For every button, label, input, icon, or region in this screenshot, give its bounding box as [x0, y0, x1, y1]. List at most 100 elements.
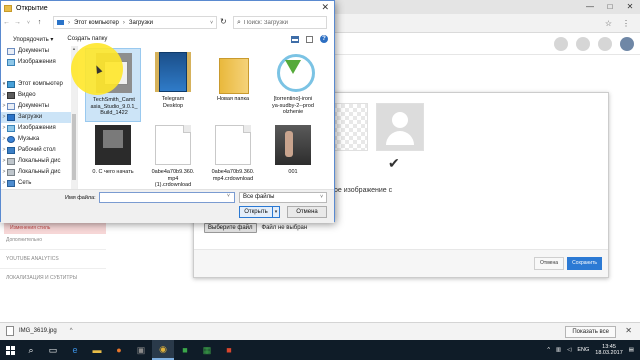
- scroll-thumb[interactable]: [72, 114, 76, 180]
- down-icon: [7, 114, 15, 121]
- minimize-button[interactable]: —: [580, 0, 600, 14]
- notifications-icon[interactable]: [598, 37, 612, 51]
- nav-tree-item[interactable]: > Загрузки: [1, 112, 77, 123]
- file-type-select[interactable]: Все файлы ˅: [239, 192, 327, 203]
- choose-file-button[interactable]: Выберите файл: [204, 223, 257, 233]
- file-item[interactable]: 0abe4a70b9.360. mp4.crdownload: [205, 121, 261, 195]
- breadcrumb-this-pc[interactable]: Этот компьютер: [74, 20, 119, 26]
- nav-tree-item[interactable]: ▾ Этот компьютер: [1, 79, 77, 90]
- store-icon[interactable]: ▣: [130, 340, 152, 360]
- volume-icon[interactable]: ◁: [567, 347, 571, 353]
- nav-tree-item[interactable]: > Музыка: [1, 134, 77, 145]
- camtasia-icon[interactable]: ▦: [196, 340, 218, 360]
- menu-icon[interactable]: ⋮: [622, 19, 630, 28]
- nav-item-localization[interactable]: ЛОКАЛИЗАЦИЯ И СУБТИТРЫ: [0, 272, 106, 284]
- up-arrow-icon[interactable]: ↑: [34, 19, 45, 26]
- checkmark-icon: ✔: [388, 155, 400, 171]
- organize-button[interactable]: Упорядочить ▾: [13, 36, 53, 43]
- file-item[interactable]: Telegram Desktop: [145, 48, 201, 122]
- chevron-up-icon[interactable]: ^: [70, 328, 73, 334]
- filename-history-chevron-icon[interactable]: ˅: [227, 193, 230, 199]
- preview-pane-icon[interactable]: [306, 35, 313, 43]
- green-app-icon[interactable]: ■: [174, 340, 196, 360]
- forward-arrow-icon[interactable]: →: [12, 19, 23, 26]
- modal-cancel-button[interactable]: Отмена: [534, 257, 564, 270]
- nav-tree-item[interactable]: > Изображения: [1, 123, 77, 134]
- edge-icon[interactable]: e: [64, 340, 86, 360]
- nav-tree-label: Сеть: [18, 180, 32, 186]
- nav-tree-item[interactable]: > Документы: [1, 101, 77, 112]
- start-button[interactable]: [0, 340, 20, 360]
- nav-tree-item[interactable]: > Сеть: [1, 178, 77, 189]
- task-view-icon[interactable]: ▭: [42, 340, 64, 360]
- scroll-up-icon[interactable]: ▲: [71, 46, 77, 51]
- apps-icon[interactable]: [576, 37, 590, 51]
- search-icon[interactable]: ⌕: [20, 340, 42, 360]
- maximize-button[interactable]: □: [600, 0, 620, 14]
- help-icon[interactable]: ?: [320, 35, 328, 43]
- nav-item-style[interactable]: Изменения стиль: [4, 222, 106, 234]
- cancel-button[interactable]: Отмена: [287, 206, 327, 218]
- close-window-button[interactable]: ✕: [620, 0, 640, 14]
- file-item[interactable]: [torrentino]-ironi ya-sudby-2--prod olzh…: [265, 48, 321, 122]
- breadcrumb-downloads[interactable]: Загрузки: [129, 20, 153, 26]
- image-option-selected[interactable]: [376, 103, 424, 151]
- nav-tree-label: Локальный дис: [18, 169, 61, 175]
- nav-tree-item[interactable]: Изображения: [1, 57, 77, 68]
- recent-locations-chevron-icon[interactable]: ˅: [23, 20, 34, 26]
- file-item[interactable]: 001: [265, 121, 321, 195]
- file-name: 0. С чего начать: [92, 169, 134, 175]
- doc-icon: [7, 103, 15, 110]
- language-indicator[interactable]: ENG: [577, 347, 589, 353]
- refresh-icon[interactable]: ↻: [220, 17, 227, 26]
- nav-tree-item[interactable]: > Рабочий стол: [1, 145, 77, 156]
- nav-tree-item: [1, 68, 77, 79]
- img-icon: [7, 125, 15, 132]
- star-icon[interactable]: ☆: [605, 19, 612, 28]
- search-input[interactable]: [243, 19, 324, 26]
- show-all-button[interactable]: Показать все: [565, 326, 616, 338]
- search-box[interactable]: ⌕: [233, 16, 327, 29]
- nav-item-analytics[interactable]: YOUTUBE ANALYTICS: [0, 253, 106, 265]
- network-icon[interactable]: ▥: [556, 347, 561, 353]
- file-item[interactable]: Новая папка: [205, 48, 261, 122]
- new-folder-button[interactable]: Создать папку: [67, 36, 107, 42]
- nav-item-advanced[interactable]: Дополнительно: [0, 234, 106, 246]
- modal-description: ое изображение с: [334, 187, 393, 194]
- doc-icon: [7, 48, 15, 55]
- file-type-value: Все файлы: [243, 194, 275, 200]
- view-options-icon[interactable]: [291, 35, 299, 43]
- nav-tree-label: Документы: [18, 48, 49, 54]
- upload-icon[interactable]: [554, 37, 568, 51]
- desk-icon: [7, 147, 15, 154]
- file-item[interactable]: 0abe4a70b9.360. mp4 (1).crdownload: [145, 121, 201, 195]
- system-tray: ^ ▥ ◁ ENG 13:45 18.03.2017 ▤: [547, 344, 640, 356]
- file-item[interactable]: 0. С чего начать: [85, 121, 141, 195]
- breadcrumb-separator: ›: [122, 19, 125, 26]
- file-explorer-icon[interactable]: ▬: [86, 340, 108, 360]
- recorder-icon[interactable]: ■: [218, 340, 240, 360]
- nav-tree-item[interactable]: Документы: [1, 46, 77, 57]
- clock[interactable]: 13:45 18.03.2017: [595, 344, 623, 356]
- address-bar[interactable]: › Этот компьютер › Загрузки ˅: [53, 16, 217, 29]
- download-item[interactable]: IMG_3619.jpg ^: [6, 326, 73, 336]
- close-download-bar-button[interactable]: ✕: [625, 326, 632, 335]
- nav-tree-item[interactable]: > Локальный дис: [1, 156, 77, 167]
- open-options-chevron-icon[interactable]: ▾: [272, 206, 280, 218]
- notification-center-icon[interactable]: ▤: [629, 347, 634, 353]
- nav-tree-item[interactable]: > Локальный дис: [1, 167, 77, 178]
- nav-tree-label: Локальный дис: [18, 158, 61, 164]
- tray-arrow-icon[interactable]: ^: [547, 347, 550, 353]
- nav-tree-label: Изображения: [18, 125, 56, 131]
- avatar[interactable]: [620, 37, 634, 51]
- open-button[interactable]: Открыть: [239, 206, 273, 218]
- back-arrow-icon[interactable]: ←: [1, 19, 12, 26]
- nav-tree-item[interactable]: > Видео: [1, 90, 77, 101]
- modal-save-button[interactable]: Сохранить: [567, 257, 602, 270]
- filename-input[interactable]: [99, 192, 235, 203]
- chrome-icon[interactable]: ◉: [152, 340, 174, 360]
- dialog-close-button[interactable]: ✕: [321, 2, 329, 13]
- firefox-icon[interactable]: ●: [108, 340, 130, 360]
- divider: [0, 249, 106, 250]
- chevron-down-icon[interactable]: ˅: [210, 20, 213, 26]
